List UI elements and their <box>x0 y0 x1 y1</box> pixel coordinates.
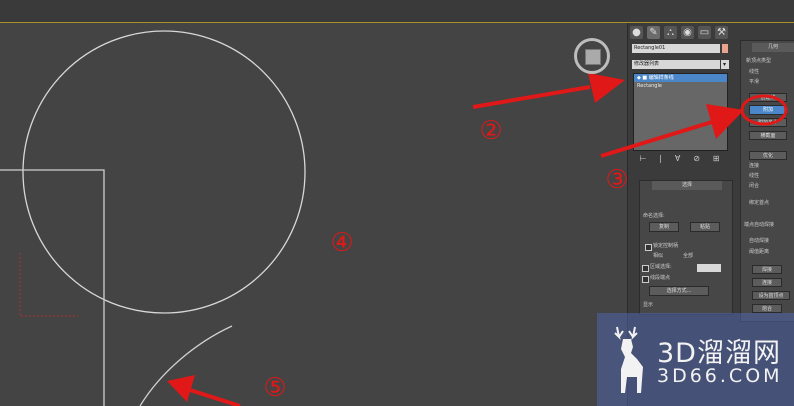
attach-multiple-button[interactable]: 附加多个 <box>749 118 787 127</box>
linear-radio[interactable]: 线性 <box>749 69 759 76</box>
linear-checkbox[interactable]: 线性 <box>749 173 759 180</box>
area-select-spinner[interactable] <box>697 264 721 272</box>
viewcube-icon[interactable] <box>574 38 610 74</box>
closed-checkbox[interactable]: 闭合 <box>749 183 759 190</box>
attach-button[interactable]: 附加 <box>749 105 787 115</box>
show-end-result-icon[interactable]: | <box>659 154 662 163</box>
set-first-button[interactable]: 设为首顶点 <box>752 291 790 300</box>
modify-icon[interactable]: ✎ <box>647 26 660 39</box>
annotation-number-2: ② <box>479 116 503 146</box>
end-point-auto-weld-label: 端点自动焊接 <box>744 222 775 228</box>
object-name-field[interactable]: Rectangle01 <box>632 44 720 53</box>
annotation-number-3: ③ <box>605 165 629 195</box>
named-selection-label: 命名选择: <box>643 213 665 219</box>
smooth-radio[interactable]: 平滑 <box>749 79 759 86</box>
make-unique-icon[interactable]: ∀ <box>675 154 680 163</box>
red-selection-bracket <box>19 253 78 317</box>
geometry-rollout-title[interactable]: 几何 <box>752 43 794 52</box>
display-icon[interactable]: ▭ <box>698 26 711 39</box>
object-color-swatch[interactable] <box>722 44 728 53</box>
dropdown-arrow-icon[interactable]: ▾ <box>721 60 729 69</box>
configure-sets-icon[interactable]: ⊞ <box>713 154 720 163</box>
select-by-button[interactable]: 选择方式... <box>649 286 709 296</box>
similar-radio[interactable]: 相似 <box>653 253 663 260</box>
title-bar <box>0 0 794 23</box>
create-icon[interactable]: ● <box>630 26 643 39</box>
pin-stack-icon[interactable]: ⊢ <box>639 154 646 163</box>
new-vertex-type-label: 新顶点类型 <box>746 58 772 64</box>
stack-toolbar: ⊢ | ∀ ⊘ ⊞ <box>633 153 726 164</box>
rectangle-shape <box>0 169 105 406</box>
segment-end-label: 线段端点 <box>650 275 671 281</box>
arrow-2-head <box>588 73 625 103</box>
cross-section-button[interactable]: 横截面 <box>749 131 787 140</box>
watermark-url: 3D66.COM <box>657 365 783 387</box>
fuse-button[interactable]: 熔合 <box>752 304 782 313</box>
display-label: 显示 <box>643 302 654 308</box>
all-radio[interactable]: 全部 <box>683 253 693 260</box>
connect-label: 连接 <box>749 163 760 169</box>
modifier-stack: ◆ ■ 编辑样条线 Rectangle <box>633 73 728 151</box>
area-select-checkbox[interactable] <box>642 265 649 272</box>
remove-modifier-icon[interactable]: ⊘ <box>693 154 700 163</box>
connect-button[interactable]: 连接 <box>752 278 782 287</box>
viewcube-box[interactable] <box>585 49 601 65</box>
threshold-label: 阈值距离 <box>749 249 770 255</box>
max-window: ● ✎ ⛬ ◉ ▭ ⚒ Rectangle01 修改器列表 ▾ ◆ ■ 编辑样条… <box>0 0 794 406</box>
area-select-label: 区域选择: <box>650 264 672 270</box>
lock-handles-label: 锁定控制柄 <box>653 243 679 249</box>
arrow-5-head <box>167 375 195 402</box>
stack-item-edit-spline[interactable]: ◆ ■ 编辑样条线 <box>634 74 727 82</box>
bind-first-checkbox[interactable]: 绑定首点 <box>749 200 769 207</box>
utilities-icon[interactable]: ⚒ <box>715 26 728 39</box>
auto-weld-checkbox[interactable]: 自动焊接 <box>749 238 769 245</box>
command-panel-tabs: ● ✎ ⛬ ◉ ▭ ⚒ <box>630 26 728 40</box>
lock-handles-checkbox[interactable] <box>645 244 652 251</box>
paste-button[interactable]: 粘贴 <box>690 222 720 232</box>
stack-item-rectangle[interactable]: Rectangle <box>634 82 727 90</box>
perspective-viewport[interactable] <box>0 23 627 406</box>
circle-shape <box>22 30 306 314</box>
motion-icon[interactable]: ◉ <box>681 26 694 39</box>
copy-button[interactable]: 复制 <box>649 222 679 232</box>
create-line-button[interactable]: 创建线 <box>749 93 787 102</box>
watermark: 3D溜溜网 3D66.COM <box>597 313 794 406</box>
arrow-5-shaft <box>189 388 241 406</box>
hierarchy-icon[interactable]: ⛬ <box>664 26 677 39</box>
weld-button[interactable]: 焊接 <box>752 265 782 274</box>
viewport-canvas[interactable] <box>0 23 627 406</box>
arrow-2-shaft <box>472 85 591 109</box>
segment-end-checkbox[interactable] <box>642 276 649 283</box>
deer-logo-icon <box>614 326 643 393</box>
refine-button[interactable]: 优化 <box>749 151 787 160</box>
annotation-number-4: ④ <box>330 228 354 258</box>
modifier-list-dropdown[interactable]: 修改器列表 <box>632 60 720 69</box>
annotation-number-5: ⑤ <box>263 373 287 403</box>
selection-rollout-title[interactable]: 选择 <box>652 181 722 190</box>
